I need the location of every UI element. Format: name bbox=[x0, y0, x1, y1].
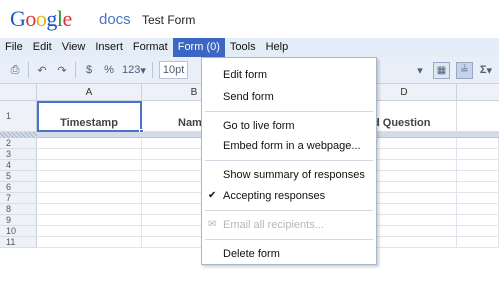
grid-cell[interactable] bbox=[457, 193, 499, 204]
menu-form[interactable]: Form (0) bbox=[172, 38, 225, 57]
grid-cell[interactable] bbox=[37, 182, 142, 193]
sigma-icon: Σ bbox=[479, 64, 487, 76]
product-name[interactable]: docs bbox=[99, 11, 131, 28]
grid-cell[interactable] bbox=[457, 138, 499, 149]
cell-e1[interactable] bbox=[457, 101, 499, 132]
menu-tools[interactable]: Tools bbox=[225, 38, 261, 57]
menu-item-email-all-recipients: ✉ Email all recipients... bbox=[202, 216, 376, 234]
menu-format[interactable]: Format bbox=[128, 38, 173, 57]
menu-item-edit-form[interactable]: Edit form bbox=[202, 66, 376, 84]
row-header-10[interactable]: 10 bbox=[0, 226, 37, 237]
borders-icon[interactable]: ▦ bbox=[433, 61, 450, 79]
column-header-e[interactable] bbox=[457, 84, 499, 101]
menu-item-embed-form[interactable]: Embed form in a webpage... bbox=[202, 137, 376, 155]
row-header-4[interactable]: 4 bbox=[0, 160, 37, 171]
menu-file[interactable]: File bbox=[0, 38, 28, 57]
checkmark-icon: ✔ bbox=[208, 190, 217, 201]
grid-cell[interactable] bbox=[37, 149, 142, 160]
menu-item-show-summary[interactable]: Show summary of responses bbox=[202, 166, 376, 184]
grid-cell[interactable] bbox=[457, 226, 499, 237]
grid-cell[interactable] bbox=[457, 182, 499, 193]
selected-cell-outline bbox=[37, 101, 142, 132]
menu-item-accepting-responses[interactable]: ✔ Accepting responses bbox=[202, 187, 376, 205]
grid-cell[interactable] bbox=[37, 160, 142, 171]
google-logo[interactable]: Google bbox=[10, 6, 72, 32]
grid-cell[interactable] bbox=[37, 204, 142, 215]
toolbar-divider bbox=[151, 62, 153, 78]
redo-icon[interactable]: ↷ bbox=[55, 61, 69, 79]
grid-cell[interactable] bbox=[37, 193, 142, 204]
grid-cell[interactable] bbox=[37, 171, 142, 182]
grid-cell[interactable] bbox=[457, 149, 499, 160]
row-header-5[interactable]: 5 bbox=[0, 171, 37, 182]
column-header-a[interactable]: A bbox=[37, 84, 142, 101]
grid-cell[interactable] bbox=[457, 215, 499, 226]
menu-separator bbox=[205, 210, 373, 211]
chevron-down-icon[interactable]: ▾ bbox=[413, 61, 427, 79]
chevron-down-icon: ▾ bbox=[140, 64, 146, 77]
menu-item-label: Email all recipients... bbox=[223, 219, 324, 231]
menu-item-go-to-live-form[interactable]: Go to live form bbox=[202, 117, 376, 135]
menu-view[interactable]: View bbox=[57, 38, 91, 57]
grid-cell[interactable] bbox=[37, 237, 142, 248]
grid-cell[interactable] bbox=[457, 160, 499, 171]
row-header-8[interactable]: 8 bbox=[0, 204, 37, 215]
number-format-dropdown[interactable]: 123 ▾ bbox=[122, 61, 146, 79]
grid-cell[interactable] bbox=[37, 138, 142, 149]
menubar: File Edit View Insert Format Form (0) To… bbox=[0, 38, 499, 57]
menu-edit[interactable]: Edit bbox=[28, 38, 57, 57]
toolbar-right-group: ▾ ▦ ≟ Σ ▾ bbox=[413, 61, 493, 79]
undo-icon[interactable]: ↶ bbox=[35, 61, 49, 79]
menu-item-label: Accepting responses bbox=[223, 190, 326, 202]
wrap-text-icon[interactable]: ≟ bbox=[456, 61, 473, 79]
row-header-1[interactable]: 1 bbox=[0, 101, 37, 132]
toolbar-divider bbox=[75, 62, 76, 78]
row-header-9[interactable]: 9 bbox=[0, 215, 37, 226]
toolbar-divider bbox=[28, 62, 29, 78]
menu-item-send-form[interactable]: Send form bbox=[202, 88, 376, 106]
menu-separator bbox=[205, 160, 373, 161]
grid-cell[interactable] bbox=[457, 237, 499, 248]
menu-insert[interactable]: Insert bbox=[90, 38, 128, 57]
print-icon[interactable]: ⎙ bbox=[8, 61, 22, 79]
currency-format-button[interactable]: $ bbox=[82, 61, 96, 79]
grid-cell[interactable] bbox=[37, 226, 142, 237]
menu-item-delete-form[interactable]: Delete form bbox=[202, 245, 376, 263]
menu-separator bbox=[205, 111, 373, 112]
grid-cell[interactable] bbox=[37, 215, 142, 226]
row-header-7[interactable]: 7 bbox=[0, 193, 37, 204]
row-header-3[interactable]: 3 bbox=[0, 149, 37, 160]
document-title[interactable]: Test Form bbox=[142, 13, 195, 27]
menu-help[interactable]: Help bbox=[261, 38, 294, 57]
percent-format-button[interactable]: % bbox=[102, 61, 116, 79]
form-menu-dropdown: Edit form Send form Go to live form Embe… bbox=[201, 57, 377, 265]
sum-function-button[interactable]: Σ ▾ bbox=[479, 61, 493, 79]
font-size-dropdown[interactable]: 10pt bbox=[158, 61, 189, 79]
grid-cell[interactable] bbox=[457, 171, 499, 182]
row-header-2[interactable]: 2 bbox=[0, 138, 37, 149]
number-format-label: 123 bbox=[122, 64, 141, 76]
app-header: Google docs Test Form bbox=[0, 0, 499, 38]
row-header-6[interactable]: 6 bbox=[0, 182, 37, 193]
corner-cell[interactable] bbox=[0, 84, 37, 101]
menu-separator bbox=[205, 239, 373, 240]
row-header-11[interactable]: 11 bbox=[0, 237, 37, 248]
grid-cell[interactable] bbox=[457, 204, 499, 215]
envelope-icon: ✉ bbox=[208, 219, 217, 230]
